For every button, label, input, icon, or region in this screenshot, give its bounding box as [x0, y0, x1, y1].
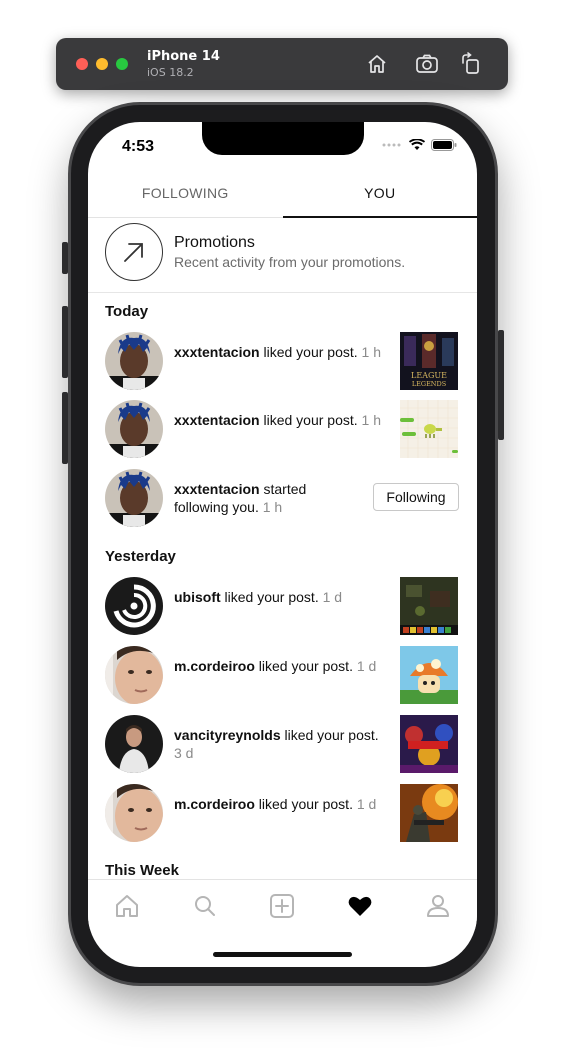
- activity-username[interactable]: m.cordeiroo: [174, 796, 255, 812]
- device-name: iPhone 14: [147, 49, 220, 64]
- nav-activity[interactable]: [321, 880, 399, 929]
- post-thumbnail[interactable]: [400, 577, 458, 635]
- nav-search[interactable]: [166, 880, 244, 929]
- activity-text: xxxtentacion liked your post. 1 h: [174, 343, 386, 361]
- post-thumbnail[interactable]: [400, 784, 458, 842]
- activity-text: ubisoft liked your post. 1 d: [174, 588, 386, 606]
- add-post-icon: [270, 894, 295, 918]
- activity-row[interactable]: m.cordeiroo liked your post. 1 d: [88, 782, 477, 842]
- post-thumbnail[interactable]: LEAGUE LEGENDS: [400, 332, 458, 390]
- activity-text: m.cordeiroo liked your post. 1 d: [174, 657, 386, 675]
- activity-username[interactable]: xxxtentacion: [174, 412, 260, 428]
- activity-row[interactable]: ubisoft liked your post. 1 d: [88, 575, 477, 635]
- activity-time: 1 h: [361, 412, 381, 428]
- activity-row[interactable]: xxxtentacion liked your post. 1 h LEAGUE…: [88, 330, 477, 390]
- tab-you[interactable]: YOU: [282, 174, 478, 218]
- section-this-week: This Week: [105, 862, 179, 879]
- svg-text:LEGENDS: LEGENDS: [412, 380, 446, 388]
- nav-profile[interactable]: [399, 880, 477, 929]
- activity-action: liked your post.: [259, 412, 362, 428]
- volume-up-button: [62, 306, 68, 378]
- activity-text: xxxtentacion liked your post. 1 h: [174, 411, 386, 429]
- tab-following[interactable]: FOLLOWING: [88, 174, 283, 217]
- status-icons: [381, 139, 457, 151]
- activity-action: liked your post.: [280, 727, 379, 743]
- arrow-up-right-icon: [105, 223, 163, 281]
- following-button[interactable]: Following: [373, 483, 459, 511]
- close-window-button[interactable]: [76, 58, 88, 70]
- activity-time: 1 d: [356, 796, 377, 812]
- activity-time: 3 d: [174, 745, 194, 761]
- power-button: [498, 330, 504, 440]
- post-thumbnail[interactable]: [400, 400, 458, 458]
- activity-row[interactable]: vancityreynolds liked your post. 3 d: [88, 713, 477, 773]
- svg-text:LEAGUE: LEAGUE: [411, 371, 447, 380]
- activity-action: liked your post.: [254, 658, 357, 674]
- mute-switch: [62, 242, 68, 274]
- promotions-title: Promotions: [174, 234, 255, 251]
- activity-time: 1 d: [356, 658, 377, 674]
- cellular-dots-icon: [382, 143, 401, 147]
- search-icon: [194, 896, 215, 916]
- activity-action: liked your post.: [220, 589, 323, 605]
- activity-text: xxxtentacion started following you. 1 h: [174, 480, 364, 516]
- notch: [202, 122, 364, 155]
- bottom-nav: [88, 879, 477, 929]
- battery-icon: [431, 139, 457, 151]
- activity-username[interactable]: m.cordeiroo: [174, 658, 255, 674]
- zoom-window-button[interactable]: [116, 58, 128, 70]
- activity-action: liked your post.: [259, 344, 362, 360]
- activity-tabs: FOLLOWING YOU: [88, 174, 477, 218]
- activity-action: liked your post.: [254, 796, 357, 812]
- simulator-toolbar: iPhone 14 iOS 18.2: [56, 38, 508, 90]
- activity-row[interactable]: m.cordeiroo liked your post. 1 d: [88, 644, 477, 704]
- activity-row[interactable]: xxxtentacion liked your post. 1 h: [88, 398, 477, 458]
- post-thumbnail[interactable]: [400, 646, 458, 704]
- profile-icon: [427, 895, 450, 917]
- avatar-vancityreynolds[interactable]: [105, 715, 163, 773]
- volume-down-button: [62, 392, 68, 464]
- minimize-window-button[interactable]: [96, 58, 108, 70]
- activity-username[interactable]: vancityreynolds: [174, 727, 281, 743]
- avatar-xxxtentacion[interactable]: [105, 332, 163, 390]
- heart-icon: [348, 896, 372, 916]
- activity-text: vancityreynolds liked your post. 3 d: [174, 726, 386, 762]
- avatar-xxxtentacion[interactable]: [105, 400, 163, 458]
- avatar-ubisoft[interactable]: [105, 577, 163, 635]
- screenshot-icon[interactable]: [414, 51, 440, 77]
- activity-row-follow[interactable]: xxxtentacion started following you. 1 h …: [88, 467, 477, 527]
- post-thumbnail[interactable]: [400, 715, 458, 773]
- avatar-m-cordeiroo[interactable]: [105, 646, 163, 704]
- os-version: iOS 18.2: [147, 66, 194, 79]
- activity-text: m.cordeiroo liked your post. 1 d: [174, 795, 386, 813]
- nav-add-post[interactable]: [244, 880, 322, 929]
- activity-time: 1 h: [262, 499, 283, 515]
- activity-username[interactable]: xxxtentacion: [174, 481, 260, 497]
- avatar-xxxtentacion[interactable]: [105, 469, 163, 527]
- home-icon[interactable]: [364, 51, 390, 77]
- home-indicator[interactable]: [213, 952, 352, 957]
- phone-screen: 4:53 FOLLOWING YOU Promotions Recent act…: [88, 122, 477, 967]
- promotions-subtitle: Recent activity from your promotions.: [174, 254, 406, 270]
- avatar-m-cordeiroo[interactable]: [105, 784, 163, 842]
- wifi-icon: [409, 139, 425, 150]
- section-today: Today: [105, 303, 149, 320]
- activity-username[interactable]: ubisoft: [174, 589, 221, 605]
- section-yesterday: Yesterday: [105, 548, 176, 565]
- promotions-row[interactable]: Promotions Recent activity from your pro…: [88, 218, 477, 293]
- status-time: 4:53: [122, 138, 155, 155]
- home-icon: [115, 895, 138, 917]
- nav-home[interactable]: [88, 880, 166, 929]
- rotate-icon[interactable]: [458, 51, 484, 77]
- activity-time: 1 h: [361, 344, 381, 360]
- activity-username[interactable]: xxxtentacion: [174, 344, 260, 360]
- activity-time: 1 d: [322, 589, 343, 605]
